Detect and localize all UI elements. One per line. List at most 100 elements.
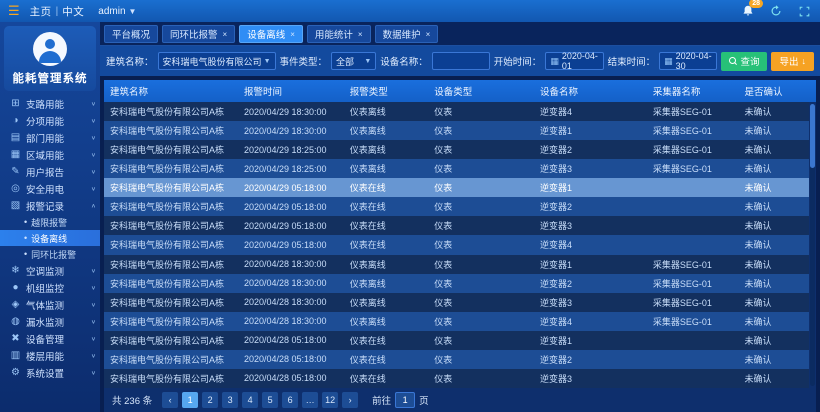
sidebar-item-部门用能[interactable]: ▤部门用能∨ xyxy=(0,129,100,146)
table-scrollbar[interactable] xyxy=(810,104,815,386)
sidebar-item-label: 楼层用能 xyxy=(26,349,91,363)
tab-close-icon[interactable]: × xyxy=(290,30,295,39)
table-row[interactable]: 安科瑞电气股份有限公司A栋2020/04/28 18:30:00仪表离线仪表逆变… xyxy=(104,255,809,274)
table-row[interactable]: 安科瑞电气股份有限公司A栋2020/04/29 05:18:00仪表在线仪表逆变… xyxy=(104,235,809,254)
sidebar-item-安全用电[interactable]: ◎安全用电∨ xyxy=(0,180,100,197)
cell-建筑名称: 安科瑞电气股份有限公司A栋 xyxy=(104,124,238,137)
tab-平台概况[interactable]: 平台概况 xyxy=(104,25,158,43)
sidebar-item-楼层用能[interactable]: ▥楼层用能∨ xyxy=(0,347,100,364)
cell-报警类型: 仪表离线 xyxy=(344,258,429,271)
sidebar-item-支路用能[interactable]: ⊞支路用能∨ xyxy=(0,95,100,112)
cell-建筑名称: 安科瑞电气股份有限公司A栋 xyxy=(104,258,238,271)
end-date-picker[interactable]: ▦2020-04-30 xyxy=(659,52,717,70)
cell-设备类型: 仪表 xyxy=(428,353,534,366)
goto-page-input[interactable] xyxy=(395,392,415,408)
page-button-1[interactable]: 1 xyxy=(182,392,198,408)
user-menu[interactable]: admin▼ xyxy=(98,6,136,17)
cell-报警时间: 2020/04/29 05:18:00 xyxy=(238,221,344,231)
sidebar-item-分项用能[interactable]: ◑分项用能∨ xyxy=(0,112,100,129)
department-energy-icon: ▤ xyxy=(9,132,22,143)
cell-采集器名称: 采集器SEG-01 xyxy=(647,162,739,175)
tab-label: 设备离线 xyxy=(247,27,285,41)
cell-设备名称: 逆变器4 xyxy=(534,238,647,251)
tab-用能统计[interactable]: 用能统计× xyxy=(307,25,371,43)
event-type-select[interactable]: 全部▼ xyxy=(331,52,376,70)
page-button-4[interactable]: 4 xyxy=(242,392,258,408)
page-ellipsis[interactable]: … xyxy=(302,392,318,408)
export-button[interactable]: 导出↓ xyxy=(771,52,814,71)
cell-报警类型: 仪表离线 xyxy=(344,105,429,118)
cell-建筑名称: 安科瑞电气股份有限公司A栋 xyxy=(104,200,238,213)
prev-page-button[interactable]: ‹ xyxy=(162,392,178,408)
page-button-2[interactable]: 2 xyxy=(202,392,218,408)
tab-close-icon[interactable]: × xyxy=(223,30,228,39)
cell-设备名称: 逆变器3 xyxy=(534,219,647,232)
table-row[interactable]: 安科瑞电气股份有限公司A栋2020/04/29 18:30:00仪表离线仪表逆变… xyxy=(104,102,809,121)
building-name-label: 建筑名称： xyxy=(106,54,154,68)
sidebar-item-漏水监测[interactable]: ◍漏水监测∨ xyxy=(0,313,100,330)
sidebar-subitem-同环比报警[interactable]: •同环比报警 xyxy=(0,246,100,262)
cell-是否确认: 未确认 xyxy=(738,105,809,118)
table-row[interactable]: 安科瑞电气股份有限公司A栋2020/04/28 18:30:00仪表离线仪表逆变… xyxy=(104,312,809,331)
next-page-button[interactable]: › xyxy=(342,392,358,408)
sidebar-item-区域用能[interactable]: ▦区域用能∨ xyxy=(0,146,100,163)
language-switch[interactable]: 中文 xyxy=(62,4,84,19)
page-button-5[interactable]: 5 xyxy=(262,392,278,408)
table-row[interactable]: 安科瑞电气股份有限公司A栋2020/04/29 18:25:00仪表离线仪表逆变… xyxy=(104,140,809,159)
tab-同环比报警[interactable]: 同环比报警× xyxy=(162,25,235,43)
tab-设备离线[interactable]: 设备离线 × xyxy=(239,25,303,43)
cell-设备类型: 仪表 xyxy=(428,143,534,156)
total-count-label: 共 236 条 xyxy=(112,393,152,407)
cell-是否确认: 未确认 xyxy=(738,181,809,194)
device-name-input[interactable] xyxy=(432,52,490,70)
sidebar-item-系统设置[interactable]: ⚙系统设置∨ xyxy=(0,364,100,381)
query-button[interactable]: 查询 xyxy=(721,52,767,71)
table-row[interactable]: 安科瑞电气股份有限公司A栋2020/04/28 05:18:00仪表在线仪表逆变… xyxy=(104,369,809,388)
hamburger-menu-icon[interactable]: ☰ xyxy=(8,3,20,19)
home-label[interactable]: 主页 xyxy=(30,4,52,19)
cell-设备类型: 仪表 xyxy=(428,162,534,175)
table-row[interactable]: 安科瑞电气股份有限公司A栋2020/04/28 18:30:00仪表离线仪表逆变… xyxy=(104,293,809,312)
table-row[interactable]: 安科瑞电气股份有限公司A栋2020/04/29 18:25:00仪表离线仪表逆变… xyxy=(104,159,809,178)
table-row[interactable]: 安科瑞电气股份有限公司A栋2020/04/29 05:18:00仪表在线仪表逆变… xyxy=(104,197,809,216)
sidebar-item-用户报告[interactable]: ✎用户报告∨ xyxy=(0,163,100,180)
tab-数据维护[interactable]: 数据维护× xyxy=(375,25,439,43)
sidebar-subitem-越限报警[interactable]: •越限报警 xyxy=(0,214,100,230)
table-row[interactable]: 安科瑞电气股份有限公司A栋2020/04/28 18:30:00仪表离线仪表逆变… xyxy=(104,274,809,293)
sidebar-item-设备管理[interactable]: ✖设备管理∨ xyxy=(0,330,100,347)
cell-设备名称: 逆变器2 xyxy=(534,277,647,290)
start-date-picker[interactable]: ▦2020-04-01 xyxy=(545,52,603,70)
refresh-icon[interactable] xyxy=(768,3,784,19)
sidebar-item-机组监控[interactable]: ●机组监控∨ xyxy=(0,279,100,296)
cell-设备类型: 仪表 xyxy=(428,200,534,213)
cell-是否确认: 未确认 xyxy=(738,143,809,156)
sidebar-item-空调监测[interactable]: ❄空调监测∨ xyxy=(0,262,100,279)
tab-close-icon[interactable]: × xyxy=(426,30,431,39)
page-button-3[interactable]: 3 xyxy=(222,392,238,408)
building-select[interactable]: 安科瑞电气股份有限公司A栋▼ xyxy=(158,52,276,70)
sidebar-item-气体监测[interactable]: ◈气体监测∨ xyxy=(0,296,100,313)
topbar-separator: | xyxy=(56,6,59,17)
chevron-down-icon: ∨ xyxy=(91,151,96,157)
fullscreen-icon[interactable] xyxy=(796,3,812,19)
table-row[interactable]: 安科瑞电气股份有限公司A栋2020/04/28 05:18:00仪表在线仪表逆变… xyxy=(104,350,809,369)
cell-采集器名称: 采集器SEG-01 xyxy=(647,124,739,137)
safe-power-icon: ◎ xyxy=(9,183,22,194)
device-manage-icon: ✖ xyxy=(9,333,22,344)
notification-bell-icon[interactable]: 28 xyxy=(740,3,756,19)
gas-monitor-icon: ◈ xyxy=(9,299,22,310)
table-row[interactable]: 安科瑞电气股份有限公司A栋2020/04/28 05:18:00仪表在线仪表逆变… xyxy=(104,331,809,350)
cell-是否确认: 未确认 xyxy=(738,334,809,347)
sidebar-item-报警记录[interactable]: ▧报警记录∧ xyxy=(0,197,100,214)
table-row[interactable]: 安科瑞电气股份有限公司A栋2020/04/29 05:18:00仪表在线仪表逆变… xyxy=(104,178,809,197)
table-row[interactable]: 安科瑞电气股份有限公司A栋2020/04/29 05:18:00仪表在线仪表逆变… xyxy=(104,216,809,235)
page-button-6[interactable]: 6 xyxy=(282,392,298,408)
chevron-down-icon: ∨ xyxy=(91,369,96,375)
scrollbar-thumb[interactable] xyxy=(810,104,815,168)
tab-close-icon[interactable]: × xyxy=(358,30,363,39)
cell-报警类型: 仪表在线 xyxy=(344,238,429,251)
table-row[interactable]: 安科瑞电气股份有限公司A栋2020/04/29 18:30:00仪表离线仪表逆变… xyxy=(104,121,809,140)
page-button-12[interactable]: 12 xyxy=(322,392,338,408)
cell-设备名称: 逆变器3 xyxy=(534,372,647,385)
sidebar-subitem-设备离线[interactable]: •设备离线 xyxy=(0,230,100,246)
